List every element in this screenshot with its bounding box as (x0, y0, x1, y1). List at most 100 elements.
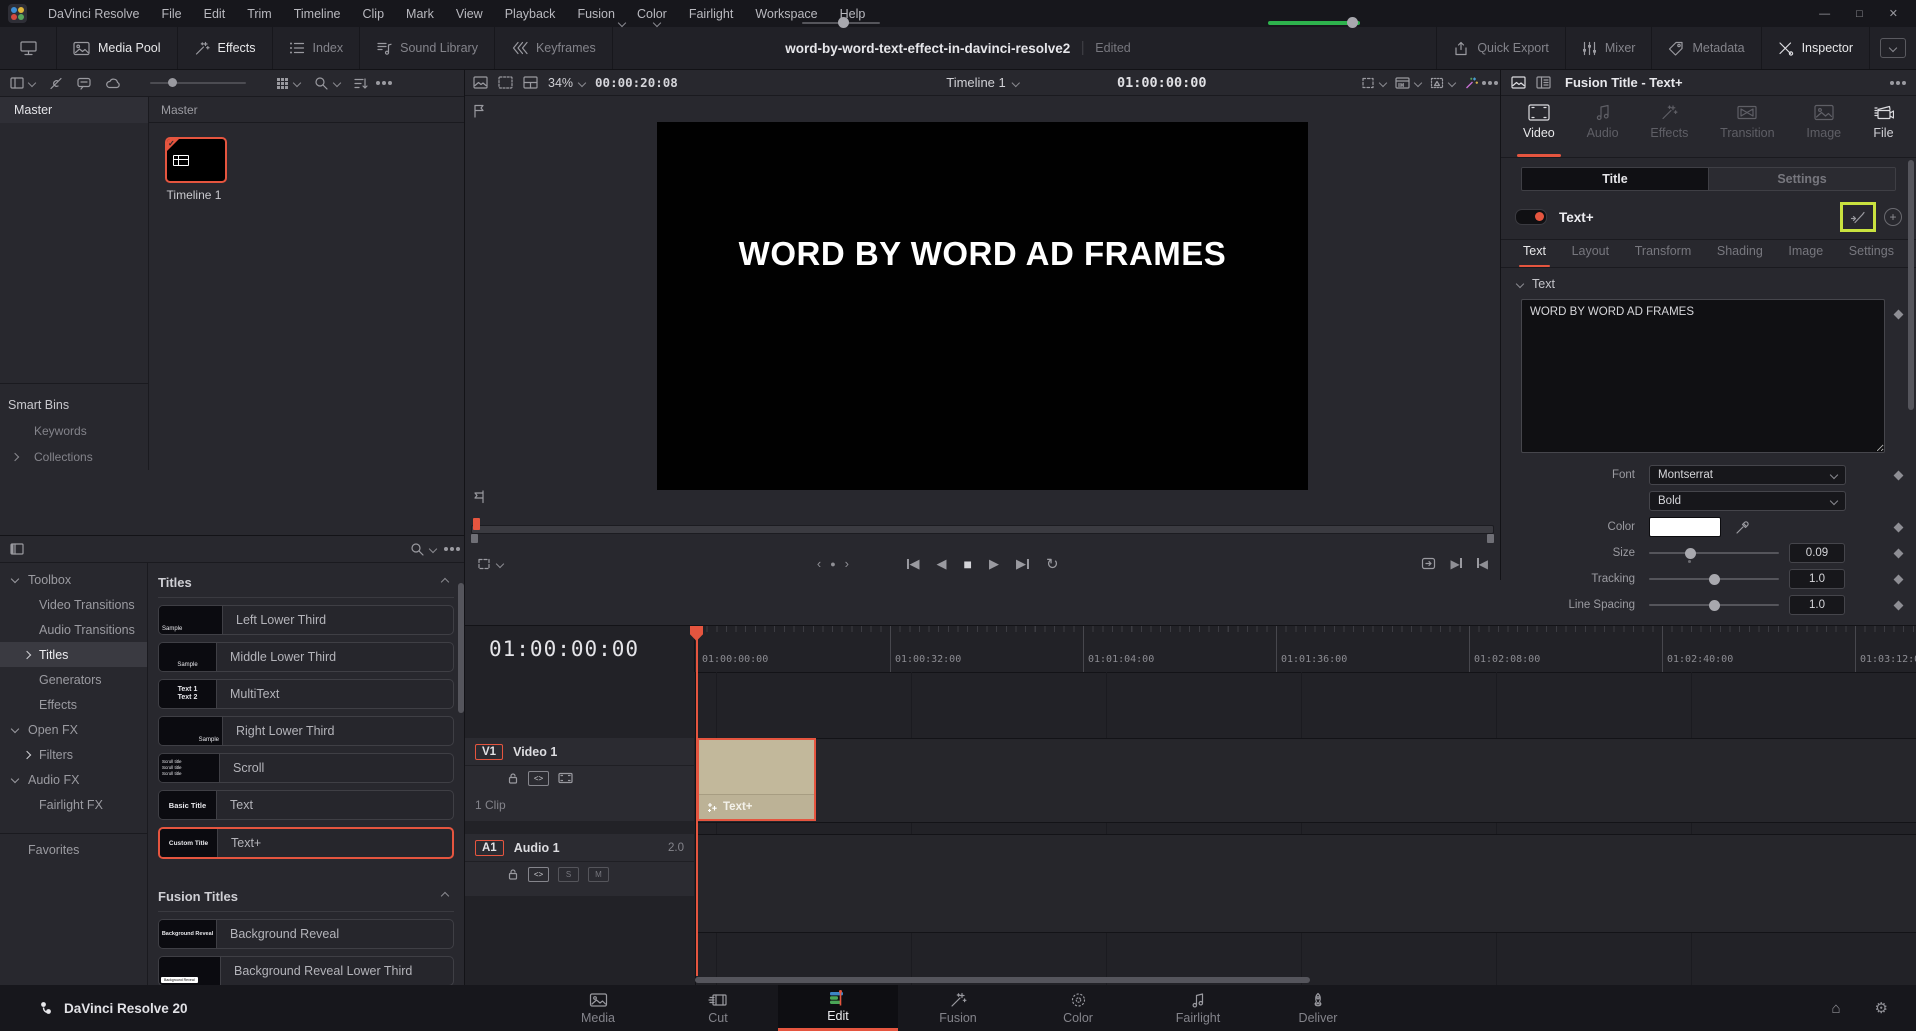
effects-options-icon[interactable] (450, 547, 454, 551)
size-value[interactable]: 0.09 (1789, 543, 1845, 563)
title-text-input[interactable] (1521, 299, 1885, 453)
keyframes-button[interactable]: Keyframes (495, 27, 613, 69)
keyframe-diamond-icon[interactable] (1894, 548, 1904, 558)
color-swatch[interactable] (1649, 517, 1721, 537)
timeline-ruler[interactable]: 01:00:00:00 01:00:00:0001:00:32:0001:01:… (465, 626, 1916, 673)
mark-flag-icon[interactable] (473, 490, 485, 504)
keyframe-diamond-icon[interactable] (1894, 470, 1904, 480)
media-pool-button[interactable]: Media Pool (56, 27, 178, 69)
title-template-item[interactable]: Scroll title Scroll title Scroll title S… (158, 753, 454, 783)
page-tab-edit[interactable]: Edit (778, 985, 898, 1031)
fusion-titles-section-header[interactable]: Fusion Titles (158, 881, 454, 912)
effects-tree-item[interactable]: Fairlight FX (0, 792, 147, 817)
index-button[interactable]: Index (273, 27, 361, 69)
title-template-item[interactable]: Sample Right Lower Third (158, 716, 454, 746)
effects-scrollbar[interactable] (458, 583, 464, 713)
loop-button[interactable]: ↻ (1046, 555, 1059, 573)
title-template-item[interactable]: Basic Title Text (158, 790, 454, 820)
play-button[interactable]: ▶ (989, 556, 999, 572)
cloud-icon[interactable] (105, 77, 120, 90)
timeline-clip-card[interactable]: ✓ Timeline 1 (165, 137, 231, 202)
match-frame-icon[interactable] (1421, 557, 1436, 570)
viewer-mode-icon[interactable] (477, 558, 503, 570)
menu-item[interactable]: File (150, 0, 192, 27)
solo-button[interactable]: S (558, 867, 579, 882)
keyframe-diamond-icon[interactable] (1894, 574, 1904, 584)
track-lock-icon[interactable] (507, 772, 519, 784)
eyedropper-icon[interactable] (1735, 520, 1750, 535)
size-slider[interactable] (1649, 552, 1779, 554)
text-plus-tab[interactable]: Text (1523, 244, 1546, 267)
mute-button[interactable]: M (588, 867, 609, 882)
close-button[interactable]: ✕ (1889, 7, 1898, 20)
effects-tree-item[interactable]: Titles (0, 642, 147, 667)
unlink-icon[interactable] (49, 77, 63, 90)
menu-item[interactable]: Playback (494, 0, 567, 27)
tracking-slider[interactable] (1649, 578, 1779, 580)
viewer-playhead[interactable] (473, 518, 480, 530)
viewer-scrub-bar[interactable] (471, 525, 1494, 534)
title-template-item[interactable]: Text 1 Text 2 MultiText (158, 679, 454, 709)
monitor-volume-slider[interactable] (1268, 21, 1360, 25)
magic-wand-icon[interactable] (1849, 209, 1867, 225)
file-info-icon[interactable] (1536, 76, 1551, 89)
gang-viewers-icon[interactable] (473, 104, 485, 118)
jog-control[interactable]: ‹●› (817, 556, 849, 571)
project-manager-home-icon[interactable]: ⌂ (1831, 1000, 1840, 1017)
page-tab-deliver[interactable]: Deliver (1258, 985, 1378, 1031)
minimize-button[interactable]: — (1819, 8, 1830, 20)
page-tab-fairlight[interactable]: Fairlight (1138, 985, 1258, 1031)
video-track-lane[interactable] (695, 738, 1916, 823)
audio-track-badge[interactable]: A1 (475, 840, 504, 856)
keyframe-diamond-icon[interactable] (1894, 522, 1904, 532)
title-template-item[interactable]: Custom Title Text+ (158, 827, 454, 859)
in-point-handle[interactable] (471, 534, 478, 543)
effects-tree-item[interactable]: Audio FX (0, 767, 147, 792)
tab-video[interactable]: Video (1523, 104, 1555, 157)
font-weight-select[interactable]: Bold (1649, 491, 1846, 511)
search-icon[interactable] (314, 76, 340, 90)
keyframe-diamond-icon[interactable] (1894, 600, 1904, 610)
timeline-zoom-slider[interactable] (802, 22, 880, 24)
smart-bin-collections[interactable]: Collections (0, 444, 148, 470)
timeline-horizontal-scrollbar[interactable] (695, 977, 1310, 983)
page-tab-color[interactable]: Color (1018, 985, 1138, 1031)
menu-item[interactable]: DaVinci Resolve (37, 0, 150, 27)
transform-overlay-icon[interactable] (1361, 77, 1386, 89)
text-plus-tab[interactable]: Layout (1572, 244, 1610, 267)
effects-tree-item[interactable]: Audio Transitions (0, 617, 147, 642)
quick-export-button[interactable]: Quick Export (1436, 27, 1566, 69)
resolve-fx-wand-icon[interactable] (1464, 76, 1479, 90)
node-enable-toggle[interactable] (1515, 209, 1547, 225)
menu-item[interactable]: Edit (193, 0, 237, 27)
video-track-badge[interactable]: V1 (475, 744, 503, 760)
tab-effects[interactable]: Effects (1650, 104, 1688, 157)
menu-item[interactable]: Trim (236, 0, 283, 27)
bin-item-master[interactable]: Master (0, 97, 148, 123)
text-plus-tab[interactable]: Image (1788, 244, 1823, 267)
effects-tree-item[interactable]: Video Transitions (0, 592, 147, 617)
title-template-item[interactable]: Sample Middle Lower Third (158, 642, 454, 672)
effects-tree-item[interactable]: Favorites (0, 833, 147, 863)
audio-track-lane[interactable] (695, 834, 1916, 933)
line-spacing-value[interactable]: 1.0 (1789, 595, 1845, 615)
annotation-icon[interactable] (77, 77, 91, 90)
tab-transition[interactable]: Transition (1720, 104, 1774, 157)
prev-edit-icon[interactable]: ◀ (1477, 557, 1488, 571)
menu-item[interactable]: Timeline (283, 0, 352, 27)
safe-area-icon[interactable] (498, 76, 513, 89)
thumbnail-size-slider[interactable] (150, 82, 246, 84)
keyframe-diamond-icon[interactable] (1894, 310, 1904, 320)
smart-bin-keywords[interactable]: Keywords (0, 418, 148, 444)
font-family-select[interactable]: Montserrat (1649, 465, 1846, 485)
out-point-handle[interactable] (1487, 534, 1494, 543)
line-spacing-slider[interactable] (1649, 604, 1779, 606)
text-plus-tab[interactable]: Shading (1717, 244, 1763, 267)
video-track-header[interactable]: V1 Video 1 <> 1 Clip (465, 738, 694, 821)
dual-screen-icon[interactable] (0, 41, 56, 56)
project-settings-gear-icon[interactable]: ⚙ (1875, 999, 1888, 1017)
effects-tree-item[interactable]: Filters (0, 742, 147, 767)
tab-image[interactable]: Image (1806, 104, 1841, 157)
menu-item[interactable]: View (445, 0, 494, 27)
menu-item[interactable]: Clip (352, 0, 396, 27)
